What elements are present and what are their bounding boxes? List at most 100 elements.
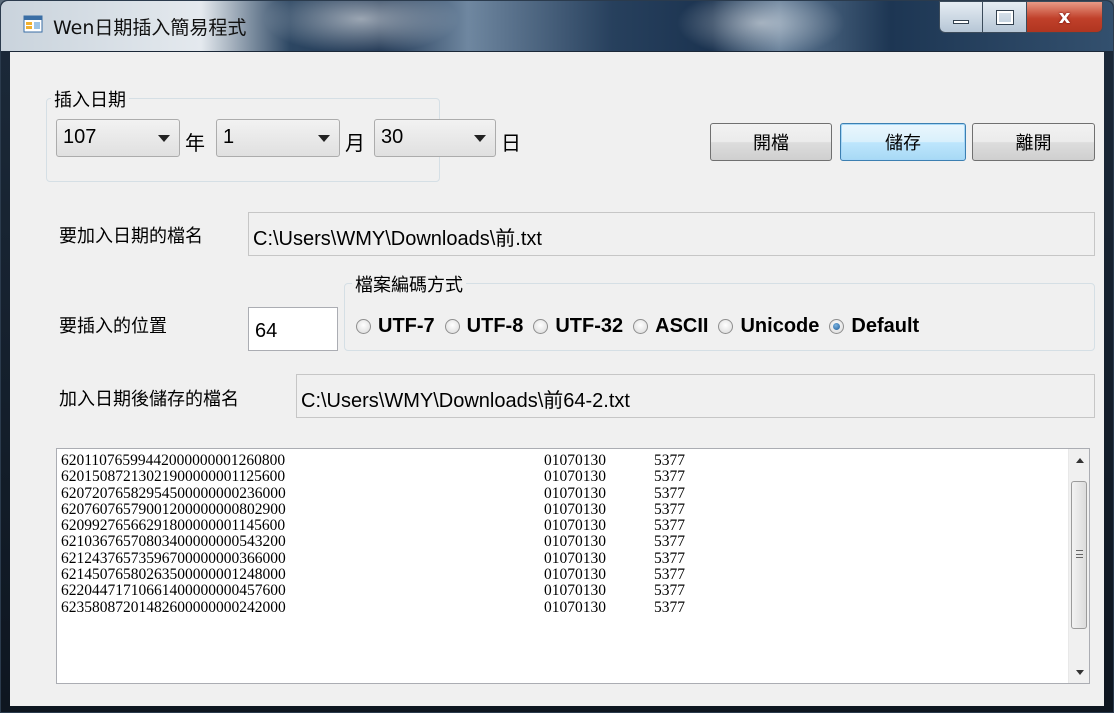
content-field: 5377 [654, 484, 685, 502]
date-group-label: 插入日期 [51, 86, 129, 112]
output-file-field[interactable]: C:\Users\WMY\Downloads\前64-2.txt [296, 374, 1095, 418]
day-value: 30 [381, 126, 404, 148]
windows-form-icon[interactable] [23, 15, 43, 33]
exit-button[interactable]: 離開 [972, 123, 1095, 161]
scrollbar-thumb[interactable] [1071, 481, 1087, 629]
radio-button-icon [718, 319, 734, 334]
content-field: 62145076580263500000001248000 [61, 566, 286, 584]
content-field: 01070130 [544, 452, 606, 469]
content-lines: 62011076599442000000001260800 01070130 537… [61, 452, 685, 616]
radio-button-icon [633, 319, 649, 334]
arrow-down-icon [1075, 669, 1084, 675]
radio-utf8[interactable]: UTF-8 [444, 315, 524, 338]
source-file-field[interactable]: C:\Users\WMY\Downloads\前.txt [248, 212, 1095, 256]
content-line: 62015087213021900000001125600 01070130 537… [61, 468, 685, 486]
content-field: 01070130 [544, 566, 606, 584]
content-line: 62072076582954500000000236000 01070130 537… [61, 484, 685, 502]
radio-utf7[interactable]: UTF-7 [356, 315, 435, 338]
content-line: 62011076599442000000001260800 01070130 537… [61, 452, 685, 469]
source-file-label: 要加入日期的檔名 [59, 226, 203, 247]
radio-unicode-label: Unicode [740, 315, 820, 337]
content-field: 62076076579001200000000802900 [61, 500, 286, 518]
month-unit: 月 [345, 131, 365, 155]
radio-button-selected-icon [829, 319, 845, 334]
client-area: 插入日期 107 年 1 月 30 日 開檔 儲存 離開 要加入日期的檔名 C:… [10, 52, 1104, 706]
content-line: 62099276566291800000001145600 01070130 537… [61, 517, 685, 535]
radio-button-icon [533, 319, 549, 334]
content-field: 5377 [654, 566, 685, 584]
content-field: 62103676570803400000000543200 [61, 533, 286, 551]
radio-utf32-label: UTF-32 [555, 315, 624, 337]
content-field: 01070130 [544, 484, 606, 502]
window-title: Wen日期插入簡易程式 [53, 17, 247, 39]
radio-unicode[interactable]: Unicode [718, 315, 819, 338]
content-line: 62076076579001200000000802900 01070130 537… [61, 500, 685, 518]
radio-utf7-label: UTF-7 [378, 315, 435, 337]
scroll-down-button[interactable] [1069, 661, 1090, 683]
content-field: 5377 [654, 598, 685, 616]
minimize-button[interactable] [939, 1, 983, 33]
radio-default-label: Default [851, 315, 920, 337]
title-bar[interactable]: Wen日期插入簡易程式 x [1, 1, 1113, 51]
content-field: 01070130 [544, 549, 606, 567]
arrow-up-icon [1075, 457, 1084, 463]
position-input[interactable]: 64 [248, 307, 338, 351]
encoding-radio-group: UTF-7 UTF-8 UTF-32 ASCII Unicode Default [356, 315, 929, 338]
content-line: 62204471710661400000000457600 01070130 537… [61, 582, 685, 600]
content-line: 62358087201482600000000242000 01070130 537… [61, 598, 685, 616]
content-line: 62145076580263500000001248000 01070130 537… [61, 566, 685, 584]
radio-ascii-label: ASCII [655, 315, 709, 337]
content-field: 62204471710661400000000457600 [61, 582, 286, 600]
content-field: 5377 [654, 582, 685, 600]
radio-button-icon [356, 319, 371, 334]
content-line: 62124376573596700000000366000 01070130 537… [61, 549, 685, 567]
year-value: 107 [63, 126, 97, 148]
grip-icon [1076, 550, 1083, 558]
content-field: 62015087213021900000001125600 [61, 468, 286, 486]
content-field: 62072076582954500000000236000 [61, 484, 286, 502]
position-label: 要插入的位置 [59, 316, 167, 337]
content-field: 5377 [654, 452, 685, 469]
content-field: 01070130 [544, 582, 606, 600]
content-field: 62011076599442000000001260800 [61, 452, 286, 469]
scroll-up-button[interactable] [1069, 449, 1090, 471]
radio-default[interactable]: Default [829, 315, 919, 338]
content-field: 5377 [654, 549, 685, 567]
content-field: 5377 [654, 500, 685, 518]
content-field: 01070130 [544, 468, 606, 486]
chevron-down-icon [158, 135, 170, 142]
maximize-button[interactable] [983, 1, 1027, 33]
minimize-icon [953, 20, 969, 24]
content-field: 01070130 [544, 517, 606, 535]
radio-utf8-label: UTF-8 [466, 315, 524, 337]
app-window: Wen日期插入簡易程式 x 插入日期 107 年 1 月 30 日 開檔 儲存 … [0, 0, 1114, 713]
content-textarea[interactable]: 62011076599442000000001260800 01070130 537… [56, 448, 1090, 684]
chevron-down-icon [474, 135, 486, 142]
caption-buttons: x [939, 1, 1103, 35]
vertical-scrollbar[interactable] [1068, 449, 1089, 683]
chevron-down-icon [318, 135, 330, 142]
close-button[interactable]: x [1027, 1, 1103, 33]
content-field: 62358087201482600000000242000 [61, 598, 286, 616]
day-select[interactable]: 30 [374, 119, 496, 157]
close-icon: x [1058, 6, 1071, 28]
encoding-group-label: 檔案編碼方式 [352, 271, 466, 297]
month-select[interactable]: 1 [216, 119, 340, 157]
day-unit: 日 [501, 131, 521, 155]
content-field: 62124376573596700000000366000 [61, 549, 286, 567]
content-field: 62099276566291800000001145600 [61, 517, 286, 535]
open-file-button[interactable]: 開檔 [710, 123, 832, 161]
content-field: 5377 [654, 533, 685, 551]
content-field: 5377 [654, 468, 685, 486]
radio-button-icon [444, 319, 460, 334]
radio-utf32[interactable]: UTF-32 [533, 315, 623, 338]
month-value: 1 [223, 126, 235, 148]
save-button[interactable]: 儲存 [840, 123, 966, 161]
maximize-icon [995, 9, 1014, 25]
year-select[interactable]: 107 [56, 119, 180, 157]
output-file-label: 加入日期後儲存的檔名 [59, 389, 239, 410]
content-field: 01070130 [544, 500, 606, 518]
content-field: 01070130 [544, 533, 606, 551]
year-unit: 年 [185, 131, 205, 155]
radio-ascii[interactable]: ASCII [633, 315, 708, 338]
